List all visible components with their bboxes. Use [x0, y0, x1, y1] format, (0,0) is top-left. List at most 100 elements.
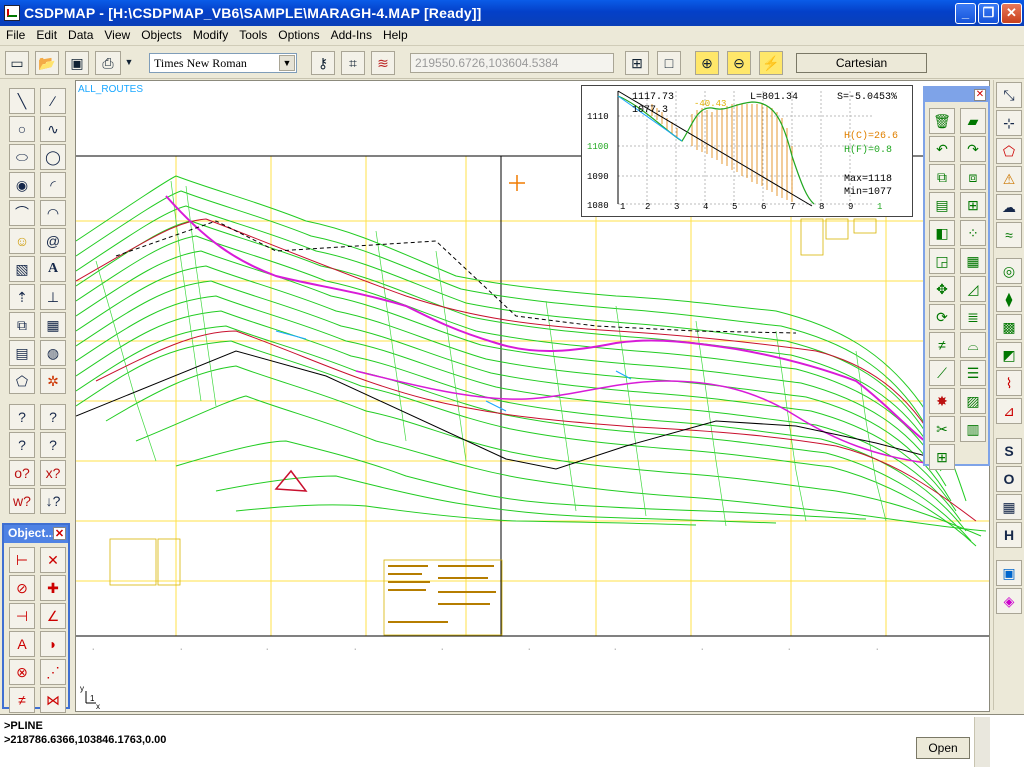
query-database-icon[interactable]: ?	[40, 432, 66, 458]
terrain-icon[interactable]: ◎	[996, 258, 1022, 284]
grid-icon[interactable]: ▦	[960, 248, 986, 274]
circle-tool-icon[interactable]: ○	[9, 116, 35, 142]
delete-icon[interactable]: 🗑	[929, 108, 955, 134]
print-dropdown-icon[interactable]: ▼	[122, 51, 136, 75]
undo-icon[interactable]: ↶	[929, 136, 955, 162]
copy-icon[interactable]: ⧉	[929, 164, 955, 190]
extend-icon[interactable]: ⟋	[929, 360, 955, 386]
move-icon[interactable]: ⧈	[960, 164, 986, 190]
menu-tools[interactable]: Tools	[233, 26, 272, 46]
key-icon[interactable]: ⚷	[311, 51, 335, 75]
mirror-icon[interactable]: ◧	[929, 220, 955, 246]
polyline-tool-icon[interactable]: ∿	[40, 116, 66, 142]
text-tool-icon[interactable]: A	[40, 256, 66, 282]
profile-icon[interactable]: ⌇	[996, 370, 1022, 396]
surface-icon[interactable]: ⧫	[996, 286, 1022, 312]
menu-help[interactable]: Help	[377, 26, 413, 46]
slope-icon[interactable]: ◿	[960, 276, 986, 302]
command-window[interactable]: >PLINE >218786.6366,103846.1763,0.00 Ope…	[0, 714, 1024, 768]
fillet-icon[interactable]: ⌓	[960, 332, 986, 358]
stretch-icon[interactable]: ✥	[929, 276, 955, 302]
single-window-icon[interactable]: □	[657, 51, 681, 75]
scale-icon[interactable]: ◲	[929, 248, 955, 274]
menu-view[interactable]: View	[98, 26, 135, 46]
table-icon[interactable]: ▥	[960, 416, 986, 442]
snap-center-icon[interactable]: ⊘	[9, 575, 35, 601]
snap-endpoint-icon[interactable]: ⊢	[9, 547, 35, 573]
coordinate-field[interactable]: 219550.6726,103604.5384	[410, 53, 614, 73]
spiral-tool-icon[interactable]: @	[40, 228, 66, 254]
segment-tool-icon[interactable]: ∕	[40, 88, 66, 114]
menu-objects[interactable]: Objects	[135, 26, 187, 46]
scatter-icon[interactable]: ⁘	[960, 220, 986, 246]
menu-data[interactable]: Data	[62, 26, 98, 46]
ring-tool-icon[interactable]: ◉	[9, 172, 35, 198]
close-icon[interactable]: ✕	[974, 89, 986, 101]
menu-modify[interactable]: Modify	[187, 26, 233, 46]
palette-icon[interactable]: ▣	[996, 560, 1022, 586]
explode-icon[interactable]: ✸	[929, 388, 955, 414]
arc-tool-icon[interactable]: ◜	[40, 172, 66, 198]
shape-icon[interactable]: ⬠	[996, 138, 1022, 164]
query-distance-icon[interactable]: ?	[9, 404, 35, 430]
circle-center-tool-icon[interactable]: ◯	[40, 144, 66, 170]
query-coordinate-icon[interactable]: o?	[9, 460, 35, 486]
render-icon[interactable]: ◈	[996, 588, 1022, 614]
object-panel-header[interactable]: Object... ✕	[4, 525, 68, 543]
menu-file[interactable]: File	[0, 26, 30, 46]
snap-parallel-icon[interactable]: ≠	[9, 687, 35, 713]
redo-icon[interactable]: ↷	[960, 136, 986, 162]
color-map-icon[interactable]: ▩	[996, 314, 1022, 340]
section-icon[interactable]: ⊿	[996, 398, 1022, 424]
open-folder-icon[interactable]: 📂	[35, 51, 59, 75]
new-file-icon[interactable]: ▭	[5, 51, 29, 75]
list-icon[interactable]: ☰	[960, 360, 986, 386]
snap-nearest-icon[interactable]: ⊗	[9, 659, 35, 685]
snap-cross-icon[interactable]: ✚	[40, 575, 66, 601]
close-button[interactable]: ✕	[1001, 3, 1022, 24]
modify-panel-header[interactable]: ✕	[925, 88, 988, 102]
break-icon[interactable]: ⊞	[929, 444, 955, 470]
zoom-in-icon[interactable]: ⊕	[695, 51, 719, 75]
rotate-icon[interactable]: ⟳	[929, 304, 955, 330]
profile-window[interactable]: 1117.73 1077.3 L=801.34 S=-5.0453% -40.4…	[581, 85, 913, 217]
building-tool-icon[interactable]: ▤	[9, 340, 35, 366]
coordinate-mode[interactable]: Cartesian	[796, 53, 927, 73]
right-bar-o-button[interactable]: O	[996, 466, 1022, 492]
region-tool-icon[interactable]: ⬠	[9, 368, 35, 394]
hatch-icon[interactable]: ▨	[960, 388, 986, 414]
grid-tool-icon[interactable]: ▦	[40, 312, 66, 338]
snap-tangent-icon[interactable]: ◗	[40, 631, 66, 657]
close-icon[interactable]: ✕	[53, 527, 66, 540]
right-bar-h-button[interactable]: H	[996, 522, 1022, 548]
menu-add-ins[interactable]: Add-Ins	[325, 26, 377, 46]
snap-angle-icon[interactable]: ∠	[40, 603, 66, 629]
query-x-icon[interactable]: x?	[40, 460, 66, 486]
array-icon[interactable]: ▤	[929, 192, 955, 218]
command-scrollbar[interactable]	[974, 717, 990, 767]
curve-tool-icon[interactable]: ⌒	[9, 200, 35, 226]
zoom-out-icon[interactable]: ⊖	[727, 51, 751, 75]
tile-windows-icon[interactable]: ⊞	[625, 51, 649, 75]
snap-text-icon[interactable]: A	[9, 631, 35, 657]
snap-perpendicular-icon[interactable]: ⊣	[9, 603, 35, 629]
snap-midpoint-icon[interactable]: ⋈	[40, 687, 66, 713]
trim-icon[interactable]: ✂	[929, 416, 955, 442]
smiley-tool-icon[interactable]: ☺	[9, 228, 35, 254]
lightning-icon[interactable]: ⚡	[759, 51, 783, 75]
north-arrow-tool-icon[interactable]: ⇡	[9, 284, 35, 310]
ellipse-tool-icon[interactable]: ⬭	[9, 144, 35, 170]
query-object-icon[interactable]: ?	[40, 404, 66, 430]
erase-icon[interactable]: ▰	[960, 108, 986, 134]
minimize-button[interactable]: _	[955, 3, 976, 24]
group-icon[interactable]: ⊞	[960, 192, 986, 218]
cloud-icon[interactable]: ☁	[996, 194, 1022, 220]
pick-icon[interactable]: ⤡	[996, 82, 1022, 108]
image-tool-icon[interactable]: ▧	[9, 256, 35, 282]
query-down-icon[interactable]: ↓?	[40, 488, 66, 514]
warning-icon[interactable]: ⚠	[996, 166, 1022, 192]
layer-edit-icon[interactable]: ⌗	[341, 51, 365, 75]
font-select[interactable]: Times New Roman ▼	[149, 53, 297, 73]
open-button[interactable]: Open	[916, 737, 970, 759]
snap-intersection-icon[interactable]: ✕	[40, 547, 66, 573]
